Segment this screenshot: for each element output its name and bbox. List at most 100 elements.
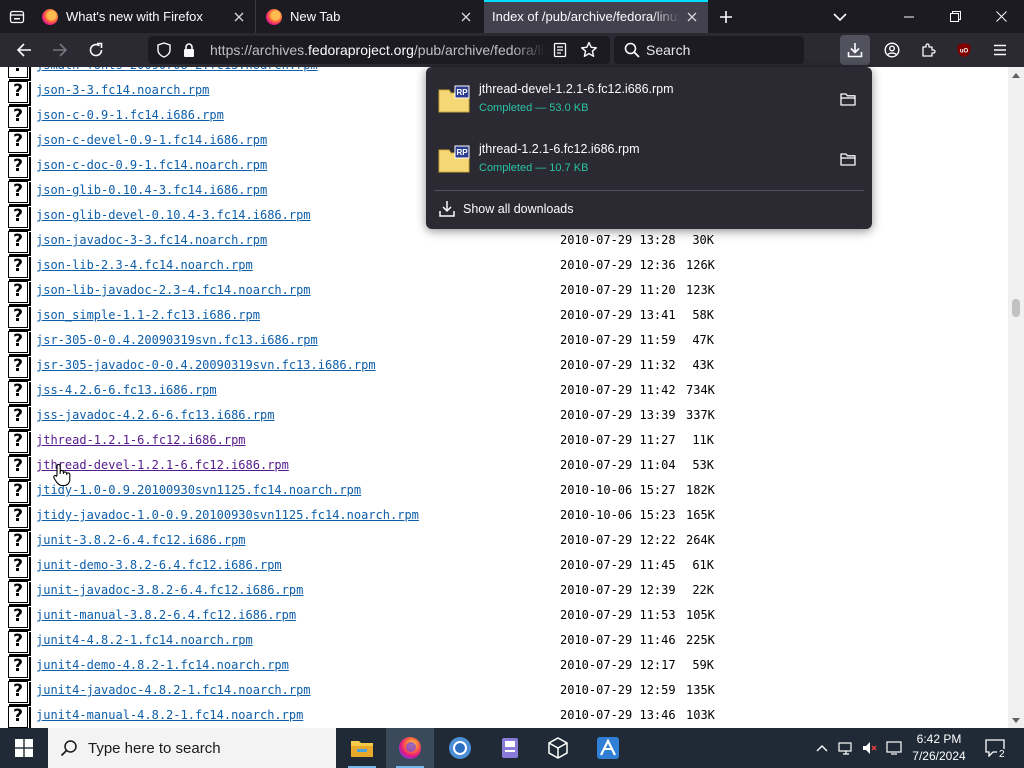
file-link[interactable]: json-glib-0.10.4-3.fc14.i686.rpm bbox=[36, 183, 267, 197]
file-link[interactable]: junit4-manual-4.8.2-1.fc14.noarch.rpm bbox=[36, 708, 303, 722]
downloads-button[interactable] bbox=[840, 35, 870, 65]
file-link[interactable]: jsr-305-0-0.4.20090319svn.fc13.i686.rpm bbox=[36, 333, 318, 347]
file-link[interactable]: junit-3.8.2-6.4.fc12.i686.rpm bbox=[36, 533, 246, 547]
tab-bar: What's new with Firefox New Tab Index of… bbox=[0, 0, 1024, 33]
firefox-taskbar-button[interactable] bbox=[386, 728, 434, 768]
file-explorer-icon bbox=[351, 741, 373, 757]
window-close-button[interactable] bbox=[978, 0, 1024, 33]
svg-text:uO: uO bbox=[960, 49, 969, 55]
file-link[interactable]: json-3-3.fc14.noarch.rpm bbox=[36, 83, 209, 97]
extensions-button[interactable] bbox=[913, 35, 943, 65]
file-link[interactable]: jtidy-1.0-0.9.20100930svn1125.fc14.noarc… bbox=[36, 483, 361, 497]
unknown-file-icon: ? bbox=[8, 106, 31, 131]
file-link[interactable]: jtidy-javadoc-1.0-0.9.20100930svn1125.fc… bbox=[36, 508, 419, 522]
tab-whats-new[interactable]: What's new with Firefox bbox=[34, 0, 256, 33]
listing-row: ? junit-javadoc-3.8.2-6.4.fc12.i686.rpm 20… bbox=[0, 579, 1008, 606]
scrollbar-thumb[interactable] bbox=[1012, 299, 1020, 317]
file-link[interactable]: junit4-javadoc-4.8.2-1.fc14.noarch.rpm bbox=[36, 683, 311, 697]
file-size: 59K bbox=[692, 658, 714, 672]
volume-tray-icon[interactable] bbox=[860, 728, 880, 768]
address-bar[interactable]: https://archives.fedoraproject.org/pub/a… bbox=[148, 36, 610, 64]
listing-row: ? junit-demo-3.8.2-6.4.fc12.i686.rpm 2010-… bbox=[0, 554, 1008, 581]
file-link[interactable]: json-c-0.9-1.fc14.i686.rpm bbox=[36, 108, 224, 122]
back-button[interactable] bbox=[9, 35, 39, 65]
reload-button[interactable] bbox=[81, 35, 111, 65]
start-button[interactable] bbox=[0, 728, 48, 768]
tab-new-tab[interactable]: New Tab bbox=[258, 0, 482, 33]
chromium-taskbar-button[interactable] bbox=[436, 728, 484, 768]
scroll-up-arrow[interactable] bbox=[1008, 67, 1024, 83]
file-link[interactable]: jthread-devel-1.2.1-6.fc12.i686.rpm bbox=[36, 458, 289, 472]
ublock-origin-button[interactable]: uO bbox=[949, 35, 979, 65]
list-all-tabs-button[interactable] bbox=[826, 3, 854, 31]
system-clock[interactable]: 6:42 PM 7/26/2024 bbox=[904, 731, 974, 765]
forward-button[interactable] bbox=[45, 35, 75, 65]
taskbar-search-box[interactable]: Type here to search bbox=[48, 728, 336, 768]
unknown-file-icon: ? bbox=[8, 581, 31, 606]
show-hidden-icons-button[interactable] bbox=[812, 728, 832, 768]
file-link[interactable]: json-lib-javadoc-2.3-4.fc14.noarch.rpm bbox=[36, 283, 311, 297]
listing-row: ? jsr-305-0-0.4.20090319svn.fc13.i686.rpm… bbox=[0, 329, 1008, 356]
file-link[interactable]: jsmath-fonts-20090708-2.fc13.noarch.rpm bbox=[36, 67, 318, 72]
file-size: 126K bbox=[686, 258, 715, 272]
scroll-down-arrow[interactable] bbox=[1008, 712, 1024, 728]
account-button[interactable] bbox=[877, 35, 907, 65]
file-link[interactable]: junit4-4.8.2-1.fc14.noarch.rpm bbox=[36, 633, 253, 647]
file-size: 165K bbox=[686, 508, 715, 522]
file-link[interactable]: junit-manual-3.8.2-6.4.fc12.i686.rpm bbox=[36, 608, 296, 622]
new-tab-button[interactable] bbox=[712, 3, 740, 31]
app-taskbar-button[interactable] bbox=[584, 728, 632, 768]
app-menu-button[interactable] bbox=[985, 35, 1015, 65]
file-link[interactable]: jthread-1.2.1-6.fc12.i686.rpm bbox=[36, 433, 246, 447]
tab-close-button[interactable] bbox=[227, 5, 251, 29]
tab-close-button[interactable] bbox=[454, 5, 478, 29]
3d-viewer-taskbar-button[interactable] bbox=[534, 728, 582, 768]
listing-row: ? jss-4.2.6-6.fc13.i686.rpm 2010-07-29 11:… bbox=[0, 379, 1008, 406]
network-tray-icon[interactable] bbox=[836, 728, 856, 768]
url-field[interactable]: https://archives.fedoraproject.org/pub/a… bbox=[210, 42, 546, 58]
file-size: 58K bbox=[692, 308, 714, 322]
file-explorer-taskbar-button[interactable] bbox=[338, 728, 386, 768]
download-icon bbox=[847, 43, 863, 58]
search-bar[interactable]: Search bbox=[614, 36, 804, 64]
file-link[interactable]: json-javadoc-3-3.fc14.noarch.rpm bbox=[36, 233, 267, 247]
file-date: 2010-07-29 13:46 bbox=[560, 708, 676, 722]
minimize-button[interactable] bbox=[886, 0, 932, 33]
close-icon bbox=[687, 12, 697, 21]
display-tray-icon[interactable] bbox=[884, 728, 904, 768]
download-item[interactable]: RP jthread-1.2.1-6.fc12.i686.rpm Complet… bbox=[434, 133, 864, 189]
url-prefix: https://archives. bbox=[210, 42, 309, 58]
vertical-scrollbar[interactable] bbox=[1008, 67, 1024, 728]
restore-icon bbox=[949, 11, 961, 22]
app-taskbar-button[interactable] bbox=[486, 728, 534, 768]
file-link[interactable]: jss-javadoc-4.2.6-6.fc13.i686.rpm bbox=[36, 408, 274, 422]
show-in-folder-button[interactable] bbox=[836, 147, 860, 171]
file-link[interactable]: junit-demo-3.8.2-6.4.fc12.i686.rpm bbox=[36, 558, 282, 572]
file-link[interactable]: json-glib-devel-0.10.4-3.fc14.i686.rpm bbox=[36, 208, 311, 222]
bookmark-star-icon[interactable] bbox=[580, 41, 598, 64]
tracking-protection-shield-icon[interactable] bbox=[156, 42, 172, 63]
show-in-folder-button[interactable] bbox=[836, 87, 860, 111]
download-item[interactable]: RP jthread-devel-1.2.1-6.fc12.i686.rpm C… bbox=[434, 73, 864, 129]
file-link[interactable]: junit-javadoc-3.8.2-6.4.fc12.i686.rpm bbox=[36, 583, 303, 597]
show-all-downloads-button[interactable]: Show all downloads bbox=[434, 196, 864, 222]
file-link[interactable]: json-c-devel-0.9-1.fc14.i686.rpm bbox=[36, 133, 267, 147]
file-size: 103K bbox=[686, 708, 715, 722]
purple-app-icon bbox=[502, 738, 518, 758]
file-link[interactable]: json-lib-2.3-4.fc14.noarch.rpm bbox=[36, 258, 253, 272]
file-link[interactable]: junit4-demo-4.8.2-1.fc14.noarch.rpm bbox=[36, 658, 289, 672]
tab-close-button[interactable] bbox=[680, 5, 704, 29]
rpm-file-icon: RP bbox=[438, 85, 470, 113]
notification-center-button[interactable]: 2 bbox=[980, 728, 1010, 768]
file-link[interactable]: json-c-doc-0.9-1.fc14.noarch.rpm bbox=[36, 158, 267, 172]
file-link[interactable]: jss-4.2.6-6.fc13.i686.rpm bbox=[36, 383, 217, 397]
firefox-view-button[interactable] bbox=[0, 0, 34, 33]
listing-row: ? junit-manual-3.8.2-6.4.fc12.i686.rpm 201… bbox=[0, 604, 1008, 631]
lock-icon[interactable] bbox=[182, 42, 196, 63]
reader-view-icon[interactable] bbox=[552, 42, 568, 63]
tab-index-of[interactable]: Index of /pub/archive/fedora/linux/ bbox=[484, 0, 708, 33]
file-link[interactable]: json_simple-1.1-2.fc13.i686.rpm bbox=[36, 308, 260, 322]
unknown-file-icon: ? bbox=[8, 306, 31, 331]
restore-button[interactable] bbox=[932, 0, 978, 33]
file-link[interactable]: jsr-305-javadoc-0-0.4.20090319svn.fc13.i… bbox=[36, 358, 376, 372]
